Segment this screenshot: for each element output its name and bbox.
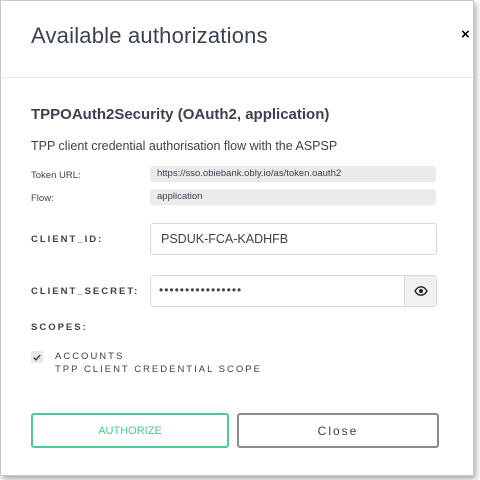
client-id-value: PSDUK-FCA-KADHFB [161,232,289,246]
token-url-value: https://sso.obiebank.obly.io/as/token.oa… [150,166,436,182]
client-id-label: CLIENT_ID: [31,234,104,245]
flow-label: Flow: [31,193,54,204]
client-id-input[interactable]: PSDUK-FCA-KADHFB [150,223,437,255]
modal-title: Available authorizations [31,23,268,48]
client-secret-label: CLIENT_SECRET: [31,286,140,297]
close-button[interactable]: Close [237,413,439,448]
flow-value: application [150,189,436,205]
token-url-label: Token URL: [31,170,81,181]
modal-header: Available authorizations × [1,1,473,78]
scopes-label: SCOPES: [31,322,88,333]
close-icon[interactable]: × [461,27,470,42]
eye-icon [413,286,428,296]
scope-name: ACCOUNTS [55,351,125,362]
scope-checkbox-accounts[interactable] [31,351,43,363]
client-secret-input[interactable]: •••••••••••••••• [150,275,437,307]
client-secret-value: •••••••••••••••• [159,283,243,297]
show-password-button[interactable] [404,276,436,306]
scope-description: TPP CLIENT CREDENTIAL SCOPE [55,364,262,375]
scheme-description: TPP client credential authorisation flow… [31,139,338,153]
scheme-title: TPPOAuth2Security (OAuth2, application) [31,106,330,123]
authorization-modal: Available authorizations × TPPOAuth2Secu… [0,0,474,476]
check-icon [33,354,41,361]
authorize-button[interactable]: AUTHORIZE [31,413,229,448]
